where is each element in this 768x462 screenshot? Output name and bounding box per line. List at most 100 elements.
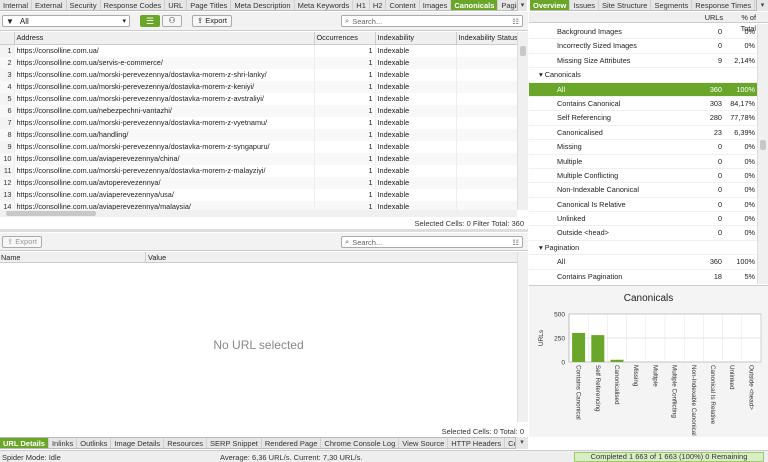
overview-row[interactable]: Incorrectly Sized Images 0 0% <box>529 39 757 54</box>
overview-row[interactable]: Self Referencing 280 77,78% <box>529 111 757 126</box>
tab-response-codes[interactable]: Response Codes <box>101 0 166 10</box>
chevron-down-icon[interactable]: ▾ <box>515 437 528 449</box>
overview-row[interactable]: Canonical Is Relative 0 0% <box>529 198 757 213</box>
table-row[interactable]: 2 https://consolline.com.ua/servis-e-comm… <box>0 57 517 69</box>
overview-section[interactable]: ▾ Pagination <box>529 241 757 256</box>
bottom-tab-view-source[interactable]: View Source <box>399 438 449 448</box>
row-number: 10 <box>0 153 15 165</box>
table-row[interactable]: 13 https://consolline.com.ua/aviapereveze… <box>0 189 517 201</box>
details-scrollbar[interactable] <box>517 252 528 422</box>
chevron-down-icon[interactable]: ▾ <box>517 0 527 11</box>
overview-row[interactable]: All 360 100% <box>529 255 757 270</box>
overview-row[interactable]: Background Images 0 0% <box>529 25 757 40</box>
table-row[interactable]: 1 https://consolline.com.ua/1 Indexable <box>0 44 517 57</box>
tab-meta-keywords[interactable]: Meta Keywords <box>295 0 354 10</box>
table-row[interactable]: 9 https://consolline.com.ua/morski-pereve… <box>0 141 517 153</box>
details-search-input[interactable]: ⌕ Search... ☷ <box>341 236 523 248</box>
table-row[interactable]: 12 https://consolline.com.ua/avtopereveze… <box>0 177 517 189</box>
overview-label: ▾ Pagination <box>539 242 580 252</box>
column-header-value[interactable]: Value <box>146 252 528 262</box>
column-header-indexability-status[interactable]: Indexability Status <box>456 32 517 45</box>
column-header-indexability[interactable]: Indexability <box>375 32 457 45</box>
right-tab-issues[interactable]: Issues <box>570 0 600 10</box>
column-header-occurrences[interactable]: Occurrences <box>314 32 376 45</box>
tab-h1[interactable]: H1 <box>353 0 370 10</box>
right-tab-response-times[interactable]: Response Times <box>692 0 756 10</box>
bottom-tab-http-headers[interactable]: HTTP Headers <box>448 438 506 448</box>
tab-images[interactable]: Images <box>420 0 452 10</box>
table-horizontal-scrollbar[interactable] <box>0 210 517 217</box>
list-view-button[interactable]: ☰ <box>140 15 160 27</box>
right-tab-site-structure[interactable]: Site Structure <box>599 0 652 10</box>
bottom-tab-serp-snippet[interactable]: SERP Snippet <box>207 438 262 448</box>
table-status: Selected Cells: 0 Filter Total: 360 <box>414 219 524 228</box>
splitter[interactable] <box>0 229 528 232</box>
right-tab-overview[interactable]: Overview <box>530 0 571 10</box>
tab-internal[interactable]: Internal <box>0 0 33 10</box>
bottom-tab-image-details[interactable]: Image Details <box>111 438 165 448</box>
tab-security[interactable]: Security <box>67 0 101 10</box>
right-tab-segments[interactable]: Segments <box>651 0 693 10</box>
bottom-tab-chrome-console-log[interactable]: Chrome Console Log <box>321 438 400 448</box>
indexability-status-cell <box>456 105 517 117</box>
chevron-down-icon[interactable]: ▾ <box>756 0 768 11</box>
overview-row[interactable]: Contains Pagination 18 5% <box>529 270 757 283</box>
table-row[interactable]: 11 https://consolline.com.ua/morski-perev… <box>0 165 517 177</box>
bottom-tab-outlinks[interactable]: Outlinks <box>77 438 112 448</box>
export-button[interactable]: ⇪ Export <box>192 15 232 27</box>
occurrences-cell: 1 <box>314 141 376 153</box>
overview-row[interactable]: Contains Canonical 303 84,17% <box>529 97 757 112</box>
indexability-cell: Indexable <box>375 105 457 117</box>
details-export-button[interactable]: ⇪ Export <box>2 236 42 248</box>
tab-external[interactable]: External <box>32 0 67 10</box>
column-header-percent[interactable]: % of Total <box>726 12 768 33</box>
table-row[interactable]: 7 https://consolline.com.ua/morski-pereve… <box>0 117 517 129</box>
tab-meta-description[interactable]: Meta Description <box>231 0 295 10</box>
table-row[interactable]: 10 https://consolline.com.ua/aviapereveze… <box>0 153 517 165</box>
overview-count: 0 <box>717 228 722 238</box>
table-row[interactable]: 4 https://consolline.com.ua/morski-pereve… <box>0 81 517 93</box>
table-row[interactable]: 3 https://consolline.com.ua/morski-pereve… <box>0 69 517 81</box>
bottom-tab-inlinks[interactable]: Inlinks <box>49 438 78 448</box>
indexability-cell: Indexable <box>375 129 457 141</box>
tab-canonicals[interactable]: Canonicals <box>451 0 499 10</box>
column-header-name[interactable]: Name <box>0 252 146 262</box>
overview-row[interactable]: Non-Indexable Canonical 0 0% <box>529 183 757 198</box>
overview-row[interactable]: Canonicalised 23 6,39% <box>529 126 757 141</box>
column-header-address[interactable]: Address <box>14 32 315 45</box>
overview-section[interactable]: ▾ Canonicals <box>529 68 757 83</box>
overview-row[interactable]: Multiple 0 0% <box>529 155 757 169</box>
overview-row[interactable]: Missing 0 0% <box>529 140 757 155</box>
overview-scrollbar[interactable] <box>757 24 768 284</box>
table-row[interactable]: 5 https://consolline.com.ua/morski-pereve… <box>0 93 517 105</box>
occurrences-cell: 1 <box>314 201 376 210</box>
tab-h2[interactable]: H2 <box>370 0 387 10</box>
tab-pagin[interactable]: Pagin <box>498 0 517 10</box>
overview-row[interactable]: All 360 100% <box>529 82 757 97</box>
occurrences-cell: 1 <box>314 117 376 129</box>
occurrences-cell: 1 <box>314 44 376 57</box>
overview-label: All <box>557 257 566 267</box>
table-row[interactable]: 8 https://consolline.com.ua/handling/1 Ind… <box>0 129 517 141</box>
x-tick-label: Self Referencing <box>594 365 601 412</box>
tab-page-titles[interactable]: Page Titles <box>187 0 232 10</box>
overview-row[interactable]: Outside <head> 0 0% <box>529 226 757 241</box>
table-row[interactable]: 6 https://consolline.com.ua/nebezpechni-v… <box>0 105 517 117</box>
tab-content[interactable]: Content <box>386 0 420 10</box>
search-input[interactable]: ⌕ Search... ☷ <box>341 15 523 27</box>
details-status: Selected Cells: 0 Total: 0 <box>441 427 524 436</box>
row-number-header <box>0 32 15 45</box>
bottom-tab-url-details[interactable]: URL Details <box>0 438 49 448</box>
bottom-tab-cooki[interactable]: Cooki <box>505 438 515 448</box>
tab-url[interactable]: URL <box>165 0 188 10</box>
table-vertical-scrollbar[interactable] <box>517 32 528 210</box>
overview-row[interactable]: Unlinked 0 0% <box>529 212 757 227</box>
bottom-tab-rendered-page[interactable]: Rendered Page <box>262 438 322 448</box>
tree-view-button[interactable]: ⚇ <box>162 15 182 27</box>
overview-row[interactable]: Multiple Conflicting 0 0% <box>529 169 757 184</box>
bottom-tab-resources[interactable]: Resources <box>164 438 208 448</box>
column-header-urls[interactable]: URLs <box>692 12 726 22</box>
table-row[interactable]: 14 https://consolline.com.ua/aviapereveze… <box>0 201 517 210</box>
overview-row[interactable]: Missing Size Attributes 9 2,14% <box>529 54 757 69</box>
filter-dropdown[interactable]: ▼ All ▾ <box>2 15 130 27</box>
